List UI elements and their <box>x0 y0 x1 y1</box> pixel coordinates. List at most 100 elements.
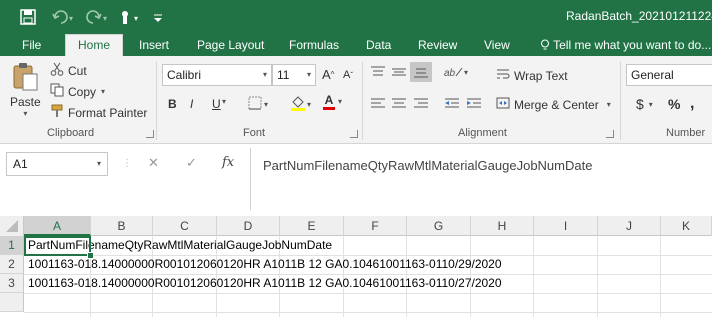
font-color-dropdown-icon[interactable]: ▾ <box>338 97 342 106</box>
orientation-button[interactable]: ab ▾ <box>444 64 472 81</box>
tab-page-layout[interactable]: Page Layout <box>197 38 264 52</box>
copy-icon <box>50 83 64 100</box>
row-header-4[interactable] <box>0 293 24 312</box>
wrap-text-button[interactable]: Wrap Text <box>496 68 568 83</box>
row-header-1[interactable]: 1 <box>0 236 24 255</box>
number-format-select[interactable]: General <box>626 64 712 86</box>
name-box[interactable]: A1 ▾ <box>6 152 108 176</box>
tab-formulas[interactable]: Formulas <box>289 38 339 52</box>
column-header-c[interactable]: C <box>153 216 217 236</box>
underline-dropdown-icon[interactable]: ▾ <box>222 97 226 106</box>
merge-center-button[interactable]: Merge & Center ▾ <box>496 97 611 112</box>
active-cell-cursor <box>24 236 91 256</box>
column-header-d[interactable]: D <box>217 216 280 236</box>
paste-button[interactable]: Paste ▾ <box>10 62 41 118</box>
fill-handle[interactable] <box>87 252 94 259</box>
tab-view[interactable]: View <box>484 38 510 52</box>
drag-handle-icon[interactable]: ⋮ <box>122 158 132 169</box>
fill-color-button[interactable]: ▾ <box>290 96 316 115</box>
paint-bucket-icon: ▾ <box>290 96 316 115</box>
column-header-e[interactable]: E <box>280 216 344 236</box>
font-size-select[interactable]: 11 ▾ <box>272 64 316 86</box>
decrease-indent-button[interactable] <box>444 97 460 109</box>
font-name-select[interactable]: Calibri ▾ <box>162 64 272 86</box>
cancel-formula-button[interactable]: ✕ <box>148 155 159 171</box>
increase-font-size-button[interactable]: A ^ <box>322 67 334 82</box>
orientation-icon: ab ▾ <box>444 64 472 81</box>
percent-button[interactable]: % <box>668 96 680 112</box>
copy-button[interactable]: Copy ▾ <box>50 83 105 100</box>
gridline <box>533 236 534 317</box>
save-icon[interactable] <box>20 6 36 28</box>
formula-input[interactable]: PartNumFilenameQtyRawMtlMaterialGaugeJob… <box>250 148 712 210</box>
column-header-f[interactable]: F <box>344 216 407 236</box>
undo-icon[interactable]: ▾ <box>52 6 78 28</box>
row-header-2[interactable]: 2 <box>0 255 24 274</box>
copy-label: Copy <box>68 84 97 99</box>
gridline <box>24 312 712 313</box>
italic-button[interactable]: I <box>190 97 193 111</box>
bold-button[interactable]: B <box>168 97 177 111</box>
font-launcher-icon[interactable] <box>350 130 358 138</box>
underline-button[interactable]: U <box>212 97 221 111</box>
borders-button[interactable]: ▾ <box>248 96 272 113</box>
align-right-button[interactable] <box>413 97 429 109</box>
tell-me-box[interactable]: Tell me what you want to do... <box>540 38 711 52</box>
comma-button[interactable]: , <box>690 95 694 113</box>
touch-mode-icon[interactable]: ▾ <box>118 6 144 28</box>
format-painter-button[interactable]: Format Painter <box>50 104 147 121</box>
customize-toolbar-icon[interactable] <box>152 6 164 28</box>
align-middle-icon <box>392 68 406 76</box>
tab-file[interactable]: File <box>22 38 41 52</box>
number-format-value: General <box>631 68 674 82</box>
column-header-i[interactable]: I <box>534 216 598 236</box>
column-header-b[interactable]: B <box>91 216 153 236</box>
align-bottom-icon <box>414 68 428 78</box>
svg-text:▾: ▾ <box>264 100 268 109</box>
title-bar: ▾ ▾ ▾ RadanBatch_2021012112241 <box>0 0 712 34</box>
column-header-k[interactable]: K <box>661 216 712 236</box>
cut-button[interactable]: Cut <box>50 62 87 79</box>
alignment-launcher-icon[interactable] <box>606 130 614 138</box>
clipboard-launcher-icon[interactable] <box>146 130 154 138</box>
column-header-j[interactable]: J <box>598 216 661 236</box>
tab-data[interactable]: Data <box>366 38 391 52</box>
cell-a3[interactable]: 1001163-018.14000000R001012060120HR A101… <box>28 274 502 293</box>
number-group-label: Number <box>666 127 706 139</box>
column-header-h[interactable]: H <box>471 216 534 236</box>
middle-align-button[interactable] <box>391 66 407 78</box>
tab-home[interactable]: Home <box>65 34 124 56</box>
tab-review[interactable]: Review <box>418 38 457 52</box>
redo-icon[interactable]: ▾ <box>86 6 112 28</box>
column-header-a[interactable]: A <box>24 216 91 236</box>
scissors-icon <box>50 62 64 79</box>
bottom-align-button[interactable] <box>410 62 432 82</box>
format-painter-label: Format Painter <box>68 105 148 120</box>
svg-text:▾: ▾ <box>69 14 73 23</box>
cut-label: Cut <box>68 63 87 78</box>
tab-insert[interactable]: Insert <box>139 38 169 52</box>
font-color-icon: A <box>324 93 334 107</box>
row-header-3[interactable]: 3 <box>0 274 24 293</box>
align-left-button[interactable] <box>370 97 386 109</box>
insert-function-button[interactable]: fx <box>222 155 234 170</box>
paste-dropdown-icon: ▾ <box>23 109 28 118</box>
currency-button[interactable]: $ ▾ <box>636 96 653 112</box>
increase-indent-button[interactable] <box>466 97 482 109</box>
font-color-button[interactable]: A <box>323 94 335 110</box>
column-header-g[interactable]: G <box>407 216 471 236</box>
align-center-button[interactable] <box>391 97 407 109</box>
chevron-down-icon: ▾ <box>306 70 311 79</box>
cell-a2[interactable]: 1001163-018.14000000R001012060120HR A101… <box>28 255 502 274</box>
enter-formula-button[interactable]: ✓ <box>186 155 197 171</box>
decrease-font-size-button[interactable]: Aˇ <box>343 69 353 81</box>
gridline <box>24 293 712 294</box>
select-all-button[interactable] <box>0 216 24 236</box>
currency-icon: $ <box>636 96 644 112</box>
font-group-label: Font <box>243 127 266 139</box>
worksheet-grid[interactable]: A B C D E F G H I J K 1 2 3 PartNumFilen… <box>0 216 712 317</box>
ribbon-separator <box>620 62 621 140</box>
font-size-value: 11 <box>277 68 290 82</box>
svg-text:▾: ▾ <box>103 14 107 23</box>
top-align-button[interactable] <box>370 66 386 78</box>
